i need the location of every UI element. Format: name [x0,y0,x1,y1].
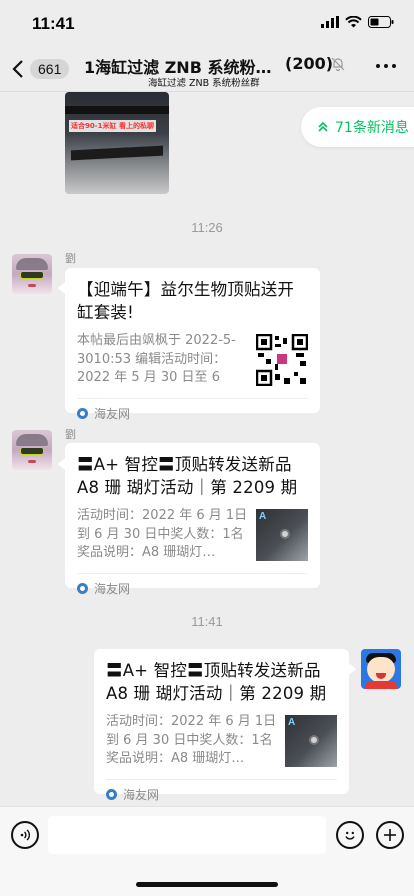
card-title: 〓A+ 智控〓顶贴转发送新品A8 珊 瑚灯活动｜第 2209 期｜ [106,661,327,703]
product-thumbnail: A [285,715,337,767]
source-app-icon [77,408,88,419]
qr-code-thumbnail [256,334,308,386]
card-source: 海友网 [77,573,308,603]
card-title: 【迎端午】益尔生物顶贴送开缸套装! [77,280,295,322]
double-chevron-up-icon [318,121,328,132]
card-body: 活动时间：2022 年 6 月 1日到 6 月 30 日中奖人数：1名奖品说明：… [106,713,337,773]
card-description: 本帖最后由飒枫于 2022-5-3010:53 编辑活动时间：2022 年 5 … [77,333,236,385]
my-avatar[interactable] [361,649,401,689]
link-card-message[interactable]: 〓A+ 智控〓顶贴转发送新品A8 珊 瑚灯活动｜第 2209 期｜ 活动时间：2… [94,649,349,802]
avatar-art [367,657,395,683]
more-dot-icon [376,64,380,68]
thumbnail-logo: A [259,511,267,522]
image-message[interactable]: 适合90-1米缸 看上的私聊 [65,92,169,194]
source-app-icon [77,583,88,594]
more-functions-button[interactable] [376,821,404,849]
sender-avatar[interactable] [12,254,52,294]
card-title: 〓A+ 智控〓顶贴转发送新品A8 珊 瑚灯活动｜第 2209 期｜ [77,455,298,497]
emoji-button[interactable] [336,821,364,849]
avatar-art [28,460,36,463]
avatar-art [20,447,44,455]
bubble-tail [58,282,65,294]
sender-name: 劉 [65,252,76,265]
avatar-art [365,681,397,689]
link-card-message[interactable]: 【迎端午】益尔生物顶贴送开缸套装! 本帖最后由飒枫于 2022-5-3010:5… [65,268,320,421]
avatar-art [28,284,36,287]
image-content [65,106,169,114]
card-source: 海友网 [77,398,308,428]
nav-bar: 661 1海缸过滤 ZNB 系统粉… (200) 海缸过滤 ZNB 系统粉丝群 [0,44,414,92]
card-description: 活动时间：2022 年 6 月 1日到 6 月 30 日中奖人数：1名奖品说明：… [106,714,277,766]
wifi-icon [345,16,362,28]
card-body: 活动时间：2022 年 6 月 1日到 6 月 30 日中奖人数：1名奖品说明：… [77,507,308,567]
more-options-button[interactable] [376,64,396,68]
status-bar: 11:41 [0,0,414,44]
signal-icon [321,16,339,28]
card-source: 海友网 [106,779,337,809]
new-messages-label: 71条新消息 [335,120,409,136]
card-source-label: 海友网 [123,788,160,802]
more-dot-icon [392,64,396,68]
avatar-art [20,271,44,279]
mute-bell-icon [331,57,345,71]
plus-icon [384,829,396,841]
device-knob [280,529,290,539]
chevron-left-icon [12,60,23,78]
link-card-message[interactable]: 〓A+ 智控〓顶贴转发送新品A8 珊 瑚灯活动｜第 2209 期｜ 活动时间：2… [65,443,320,596]
image-caption: 适合90-1米缸 看上的私聊 [69,120,156,132]
back-button[interactable]: 661 [12,54,72,84]
more-dot-icon [384,64,388,68]
smiley-icon [345,831,355,840]
product-thumbnail: A [256,509,308,561]
bubble-tail [58,458,65,470]
card-source-label: 海友网 [94,407,131,421]
home-indicator [136,882,278,887]
avatar-art [16,258,48,270]
thumbnail-logo: A [288,717,296,728]
sender-avatar[interactable] [12,430,52,470]
unread-count-badge: 661 [30,59,70,79]
battery-icon [368,16,394,28]
status-time: 11:41 [32,14,75,33]
sender-name: 劉 [65,428,76,441]
image-content [71,145,163,161]
source-app-icon [106,789,117,800]
card-description: 活动时间：2022 年 6 月 1日到 6 月 30 日中奖人数：1名奖品说明：… [77,508,248,560]
card-body: 本帖最后由飒枫于 2022-5-3010:53 编辑活动时间：2022 年 5 … [77,332,308,392]
avatar-art [16,434,48,446]
status-icons [321,16,394,28]
voice-input-button[interactable] [11,821,39,849]
message-input[interactable] [48,816,326,854]
chat-subtitle: 海缸过滤 ZNB 系统粉丝群 [148,78,260,89]
voice-icon [20,829,31,841]
new-messages-button[interactable]: 71条新消息 [301,107,414,147]
message-timestamp: 11:26 [191,220,223,235]
message-timestamp: 11:41 [191,614,223,629]
card-source-label: 海友网 [94,582,131,596]
device-knob [309,735,319,745]
member-count: (200) [285,54,334,73]
bubble-tail [349,663,356,675]
